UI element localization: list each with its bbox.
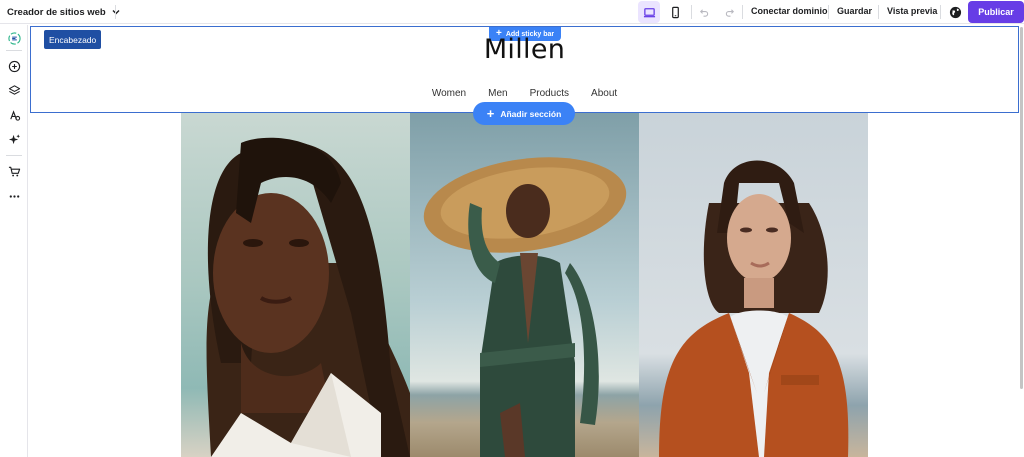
site-builder-menu[interactable]: Creador de sitios web [7,4,121,20]
editor-canvas: Encabezado + Add sticky bar Millen Women… [29,25,1024,457]
globe-icon [949,6,961,18]
save-button[interactable]: Guardar [837,6,872,16]
undo-icon [699,8,708,17]
connect-domain-button[interactable]: Conectar dominio [751,6,828,16]
divider [878,5,879,19]
site-nav: Women Men Products About [31,88,1018,99]
top-toolbar: Creador de sitios web Conectar dominio G… [0,0,1024,24]
divider [6,50,22,51]
canvas-scrollbar[interactable] [1020,27,1023,389]
styles-button[interactable] [5,106,23,124]
add-section-label: Añadir sección [500,108,562,119]
preview-button[interactable]: Vista previa [887,6,937,16]
divider [691,5,692,19]
divider [940,5,941,19]
hero-photo-woman-braids[interactable] [181,113,410,457]
photo-woman-blazer [639,113,868,457]
header-section[interactable]: Encabezado + Add sticky bar Millen Women… [30,26,1019,113]
hero-photo-woman-hat[interactable] [410,113,639,457]
plus-icon: + [486,106,495,121]
hero-photo-woman-blazer[interactable] [639,113,868,457]
divider [828,5,829,19]
site-logo[interactable]: Millen [31,34,1018,65]
left-sidebar [0,25,28,457]
mobile-view-button[interactable] [664,1,686,23]
nav-item-about[interactable]: About [591,88,617,99]
add-element-icon [8,60,20,72]
nav-item-women[interactable]: Women [432,88,466,99]
nav-item-products[interactable]: Products [530,88,569,99]
divider [742,5,743,19]
more-icon [9,194,19,198]
language-button[interactable] [947,4,963,20]
nav-item-men[interactable]: Men [488,88,507,99]
builder-logo[interactable] [5,29,23,47]
logo-icon [7,31,21,45]
photo-woman-braids [181,113,410,457]
mobile-icon [671,6,679,18]
more-button[interactable] [5,187,23,205]
redo-button[interactable] [722,4,738,20]
add-element-button[interactable] [5,57,23,75]
styles-icon [9,109,20,121]
add-section-button[interactable]: + Añadir sección [473,102,575,125]
divider [115,5,116,19]
photo-woman-hat [410,113,639,457]
store-button[interactable] [5,162,23,180]
desktop-icon [643,7,655,17]
redo-icon [725,8,734,17]
layers-icon [8,84,20,95]
store-icon [8,166,20,176]
layers-button[interactable] [5,81,23,99]
undo-button[interactable] [695,4,711,20]
desktop-view-button[interactable] [638,1,660,23]
ai-tools-icon [8,133,20,144]
site-builder-label: Creador de sitios web [7,6,106,18]
divider [6,155,22,156]
publish-button[interactable]: Publicar [968,1,1024,23]
ai-tools-button[interactable] [5,130,23,148]
